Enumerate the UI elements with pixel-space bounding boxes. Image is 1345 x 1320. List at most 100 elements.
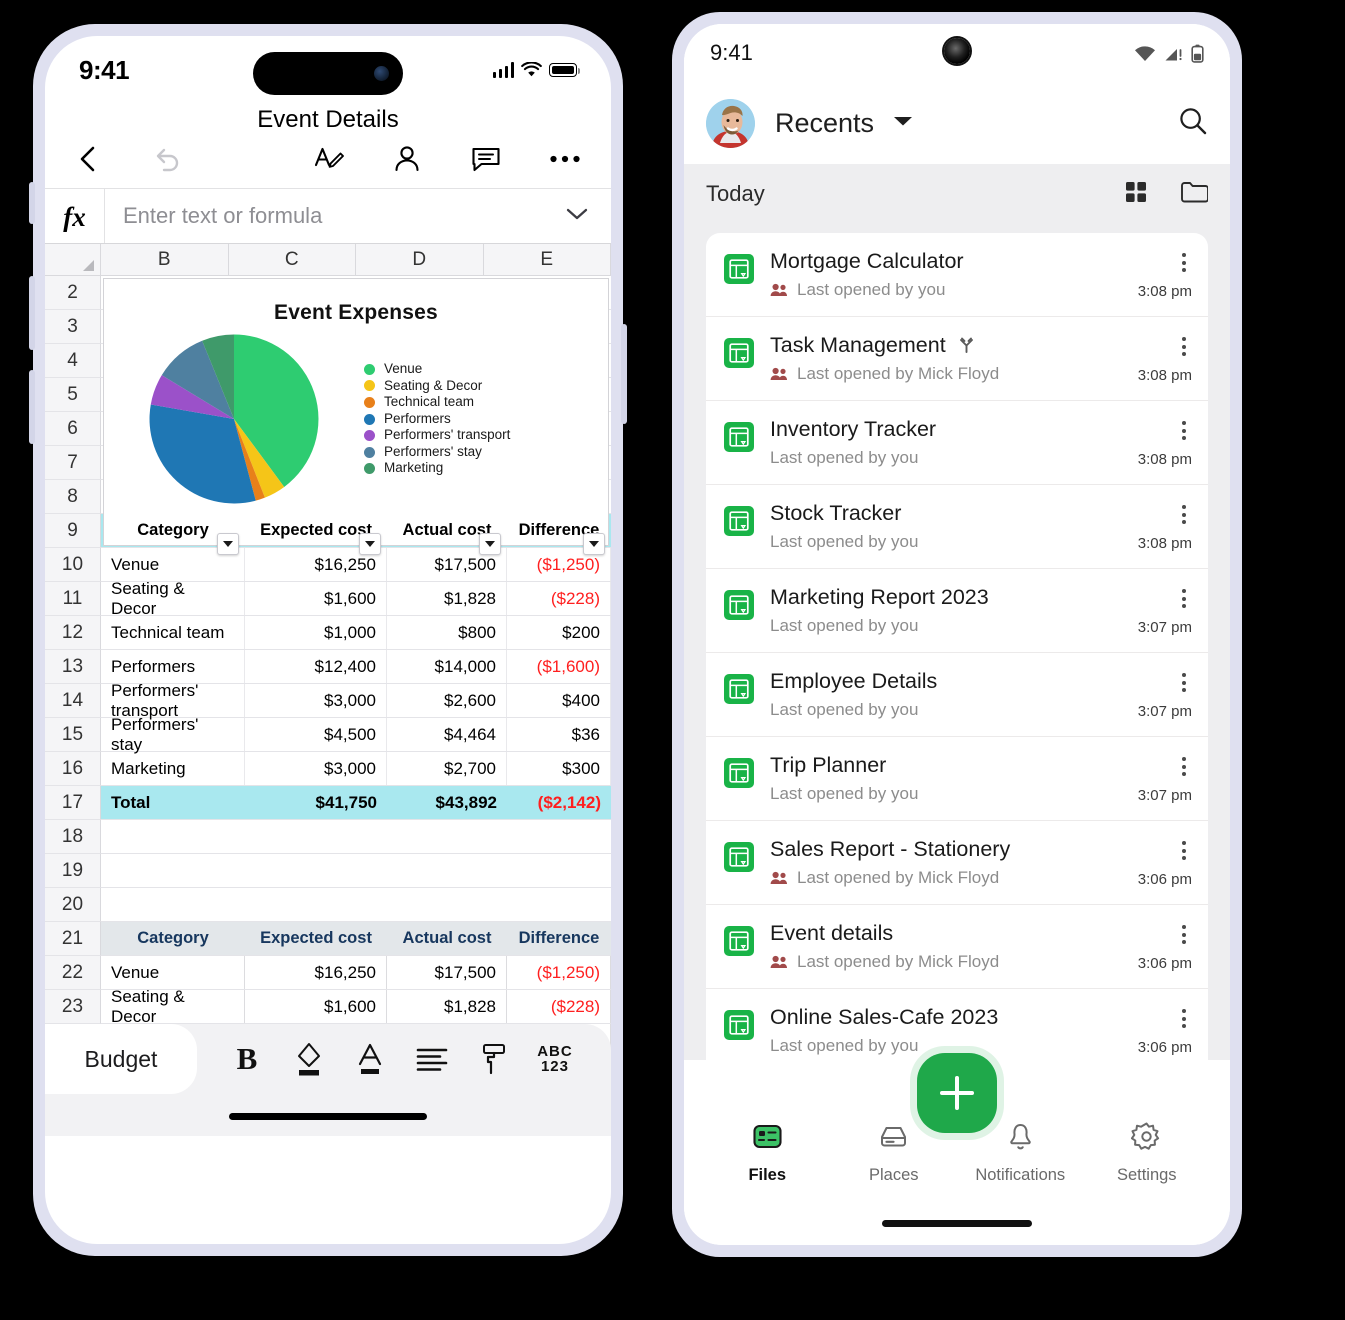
sheet-tab-budget[interactable]: Budget [45,1024,197,1094]
more-vertical-icon[interactable] [1176,417,1192,442]
table-row[interactable]: Performers' transport $3,000 $2,600 $400 [101,681,611,720]
create-new-fab[interactable] [917,1053,997,1133]
font-color-icon[interactable] [342,1034,398,1084]
row-number[interactable]: 15 [45,718,101,752]
row-number[interactable]: 6 [45,412,101,446]
row-number[interactable]: 9 [45,514,101,548]
filter-dropdown-icon[interactable] [583,533,605,555]
more-vertical-icon[interactable] [1176,501,1192,526]
cell-category[interactable]: Seating & Decor [101,579,245,618]
bold-button[interactable]: B [219,1034,275,1084]
file-list[interactable]: Mortgage Calculator Last opened by you 3:… [684,224,1230,1060]
file-list-item[interactable]: Mortgage Calculator Last opened by you 3:… [706,233,1208,317]
row-number[interactable]: 7 [45,446,101,480]
table-row[interactable]: Venue $16,250 $17,500 ($1,250) [101,548,611,582]
fill-color-icon[interactable] [281,1034,337,1084]
row-number[interactable]: 21 [45,922,101,956]
row-number[interactable]: 20 [45,888,101,922]
align-icon[interactable] [404,1034,460,1084]
cell-actual[interactable]: $1,828 [387,582,507,615]
table1-header-category[interactable]: Category [101,514,245,555]
file-card[interactable]: Mortgage Calculator Last opened by you 3:… [706,233,1208,1060]
sheet-cells[interactable]: Event Expenses Venue Seating & Decor Techn… [101,276,611,1092]
sheet-blank-row[interactable] [101,888,611,922]
home-indicator[interactable] [882,1220,1032,1227]
more-vertical-icon[interactable] [1176,585,1192,610]
file-list-item[interactable]: Employee Details Last opened by you 3:07 p… [706,653,1208,737]
formula-input[interactable]: Enter text or formula [105,203,565,229]
row-number[interactable]: 8 [45,480,101,514]
row-number[interactable]: 10 [45,548,101,582]
table1-header-difference[interactable]: Difference [507,514,611,555]
cell-difference[interactable]: ($1,600) [507,650,611,683]
table-row[interactable]: Performers' stay $4,500 $4,464 $36 [101,715,611,754]
column-header-c[interactable]: C [228,244,356,275]
cell-difference[interactable]: $36 [507,718,611,751]
column-header-e[interactable]: E [483,244,611,275]
cell-category[interactable]: Marketing [101,752,245,785]
nav-item-files[interactable]: Files [704,1121,831,1185]
more-vertical-icon[interactable] [1176,837,1192,862]
row-number[interactable]: 3 [45,310,101,344]
home-indicator[interactable] [229,1113,427,1120]
cell-category[interactable]: Venue [101,956,245,989]
cell-actual[interactable]: $2,700 [387,752,507,785]
table-row[interactable]: Seating & Decor $1,600 $1,828 ($228) [101,579,611,618]
cell-actual[interactable]: $14,000 [387,650,507,683]
table-row[interactable]: Venue $16,250 $17,500 ($1,250) [101,956,611,990]
column-header-d[interactable]: D [356,244,484,275]
format-painter-icon[interactable] [465,1034,521,1084]
file-list-item[interactable]: Task Management Last opened by Mick Floy… [706,317,1208,401]
more-vertical-icon[interactable] [1176,669,1192,694]
sheet-blank-row[interactable] [101,820,611,854]
row-number[interactable]: 18 [45,820,101,854]
cell-difference[interactable]: ($228) [507,582,611,615]
volume-up-button[interactable] [29,276,35,350]
table1-rows[interactable]: Venue $16,250 $17,500 ($1,250) Seating & Dec… [101,548,611,786]
comment-icon[interactable] [470,144,502,174]
cell-expected[interactable]: $1,000 [245,616,387,649]
row-number[interactable]: 22 [45,956,101,990]
more-vertical-icon[interactable] [1176,333,1192,358]
cell-expected[interactable]: $1,600 [245,990,387,1023]
more-horizontal-icon[interactable] [549,154,581,164]
cell-format-icon[interactable]: ABC 123 [527,1034,583,1084]
file-list-item[interactable]: Online Sales-Cafe 2023 Last opened by you… [706,989,1208,1060]
cell-expected[interactable]: $3,000 [245,684,387,717]
file-list-item[interactable]: Inventory Tracker Last opened by you 3:08 … [706,401,1208,485]
mute-switch[interactable] [29,182,35,224]
cell-expected[interactable]: $12,400 [245,650,387,683]
filter-dropdown-icon[interactable] [359,533,381,555]
person-share-icon[interactable] [392,144,423,174]
row-number[interactable]: 14 [45,684,101,718]
row-number[interactable]: 12 [45,616,101,650]
cell-difference[interactable]: ($228) [507,990,611,1023]
folder-icon[interactable] [1180,179,1209,210]
cell-expected[interactable]: $4,500 [245,718,387,751]
volume-down-button[interactable] [29,370,35,444]
chevron-down-icon[interactable] [892,114,914,133]
more-vertical-icon[interactable] [1176,249,1192,274]
undo-icon[interactable] [153,144,183,174]
column-header-b[interactable]: B [101,244,229,275]
row-number[interactable]: 5 [45,378,101,412]
file-list-item[interactable]: Marketing Report 2023 Last opened by you 3… [706,569,1208,653]
spreadsheet-grid[interactable]: B C D E 2 3 4 5 6 7 8 9 10 11 12 13 14 15 16 17 18 19 20 21… [45,244,611,1136]
more-vertical-icon[interactable] [1176,921,1192,946]
filter-dropdown-icon[interactable] [479,533,501,555]
file-list-item[interactable]: Stock Tracker Last opened by you 3:08 pm [706,485,1208,569]
row-number[interactable]: 4 [45,344,101,378]
more-vertical-icon[interactable] [1176,753,1192,778]
select-all-corner[interactable] [45,244,101,275]
chevron-down-icon[interactable] [565,207,611,226]
cell-actual[interactable]: $2,600 [387,684,507,717]
search-icon[interactable] [1178,106,1208,141]
cell-category[interactable]: Performers' stay [101,715,245,754]
sheet-blank-row[interactable] [101,854,611,888]
chevron-left-icon[interactable] [75,144,101,174]
nav-item-settings[interactable]: Settings [1084,1121,1211,1185]
cell-category[interactable]: Performers [101,650,245,683]
cell-expected[interactable]: $1,600 [245,582,387,615]
cell-difference[interactable]: $400 [507,684,611,717]
cell-actual[interactable]: $800 [387,616,507,649]
